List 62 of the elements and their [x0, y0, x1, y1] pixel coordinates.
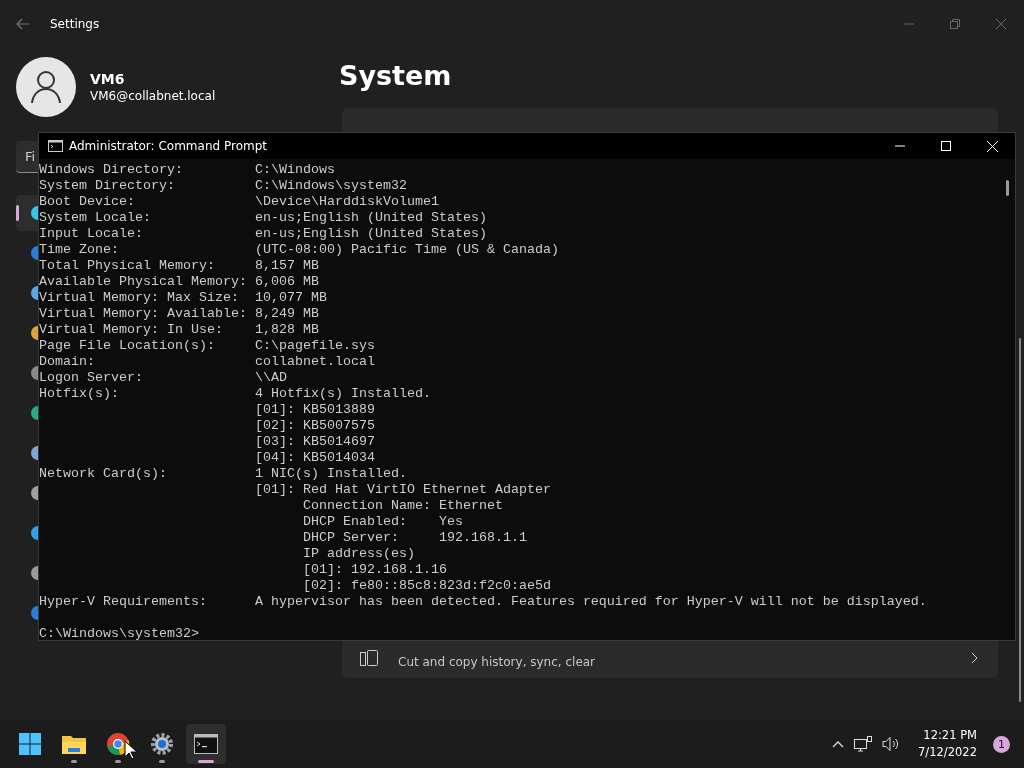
- console-line: Hotfix(s): 4 Hotfix(s) Installed.: [39, 386, 431, 402]
- close-icon: [996, 19, 1006, 29]
- minimize-icon: [904, 23, 914, 25]
- command-prompt[interactable]: C:\Windows\system32>: [39, 626, 199, 642]
- console-line: DHCP Enabled: Yes: [301, 514, 463, 530]
- window-title: Administrator: Command Prompt: [69, 139, 267, 153]
- setting-description: Cut and copy history, sync, clear: [398, 655, 597, 669]
- back-arrow-icon[interactable]: [16, 18, 30, 30]
- chevron-right-icon: [971, 652, 978, 664]
- gear-icon: [150, 732, 174, 756]
- console-line: Total Physical Memory: 8,157 MB: [39, 258, 319, 274]
- console-line: DHCP Server: 192.168.1.1: [301, 530, 527, 546]
- console-line: Hyper-V Requirements: A hypervisor has been detected. Features required for Hyper-V will not be displayed.: [39, 594, 927, 610]
- windows-icon: [18, 732, 42, 756]
- clipboard-icon: [360, 650, 378, 666]
- settings-row[interactable]: Cut and copy history, sync, clear: [342, 642, 998, 678]
- window-title: Settings: [50, 17, 100, 31]
- console-line: Page File Location(s): C:\pagefile.sys: [39, 338, 375, 354]
- console-line: Virtual Memory: Max Size: 10,077 MB: [39, 290, 327, 306]
- clock-time[interactable]: 12:21 PM: [923, 727, 977, 744]
- mouse-cursor-icon: [124, 740, 138, 760]
- console-line: System Directory: C:\Windows\system32: [39, 178, 407, 194]
- console-line: Domain: collabnet.local: [39, 354, 375, 370]
- console-line: Available Physical Memory: 6,006 MB: [39, 274, 319, 290]
- search-field[interactable]: Fi: [16, 141, 38, 173]
- terminal-icon: [194, 734, 218, 754]
- minimize-icon: [895, 145, 905, 147]
- folder-icon: [61, 733, 87, 755]
- console-line: [01]: KB5013889: [253, 402, 375, 418]
- user-email: VM6@collabnet.local: [90, 89, 216, 103]
- terminal-icon: [48, 140, 63, 152]
- volume-icon[interactable]: [882, 736, 901, 752]
- chevron-up-icon[interactable]: [832, 740, 845, 748]
- console-line: Input Locale: en-us;English (United States): [39, 226, 487, 242]
- console-line: Logon Server: \\AD: [39, 370, 287, 386]
- sidebar-item[interactable]: [16, 195, 38, 231]
- person-icon: [30, 70, 62, 104]
- console-line: [01]: 192.168.1.16: [301, 562, 447, 578]
- console-line: [03]: KB5014697: [253, 434, 375, 450]
- console-line: Network Card(s): 1 NIC(s) Installed.: [39, 466, 407, 482]
- console-line: Time Zone: (UTC-08:00) Pacific Time (US & Canada): [39, 242, 559, 258]
- console-line: [02]: KB5007575: [253, 418, 375, 434]
- console-line: Virtual Memory: Available: 8,249 MB: [39, 306, 319, 322]
- console-line: [02]: fe80::85c8:823d:f2c0:ae5d: [301, 578, 551, 594]
- page-title: System: [339, 60, 453, 93]
- console-line: [01]: Red Hat VirtIO Ethernet Adapter: [253, 482, 551, 498]
- console-line: [04]: KB5014034: [253, 450, 375, 466]
- console-line: Virtual Memory: In Use: 1,828 MB: [39, 322, 319, 338]
- maximize-icon: [941, 141, 951, 151]
- console-line: Connection Name: Ethernet: [301, 498, 503, 514]
- console-line: IP address(es): [301, 546, 415, 562]
- notification-badge[interactable]: 1: [993, 735, 1010, 753]
- scrollbar[interactable]: [1019, 338, 1021, 702]
- console-line: Windows Directory: C:\Windows: [39, 162, 335, 178]
- user-name: VM6: [90, 71, 126, 87]
- close-icon: [986, 140, 998, 152]
- console-line: System Locale: en-us;English (United States): [39, 210, 487, 226]
- taskbar-app[interactable]: [186, 724, 226, 764]
- clock-date[interactable]: 7/12/2022: [918, 744, 977, 761]
- restore-icon: [950, 19, 960, 29]
- scrollbar-thumb[interactable]: [1006, 180, 1009, 196]
- console-line: Boot Device: \Device\HarddiskVolume1: [39, 194, 439, 210]
